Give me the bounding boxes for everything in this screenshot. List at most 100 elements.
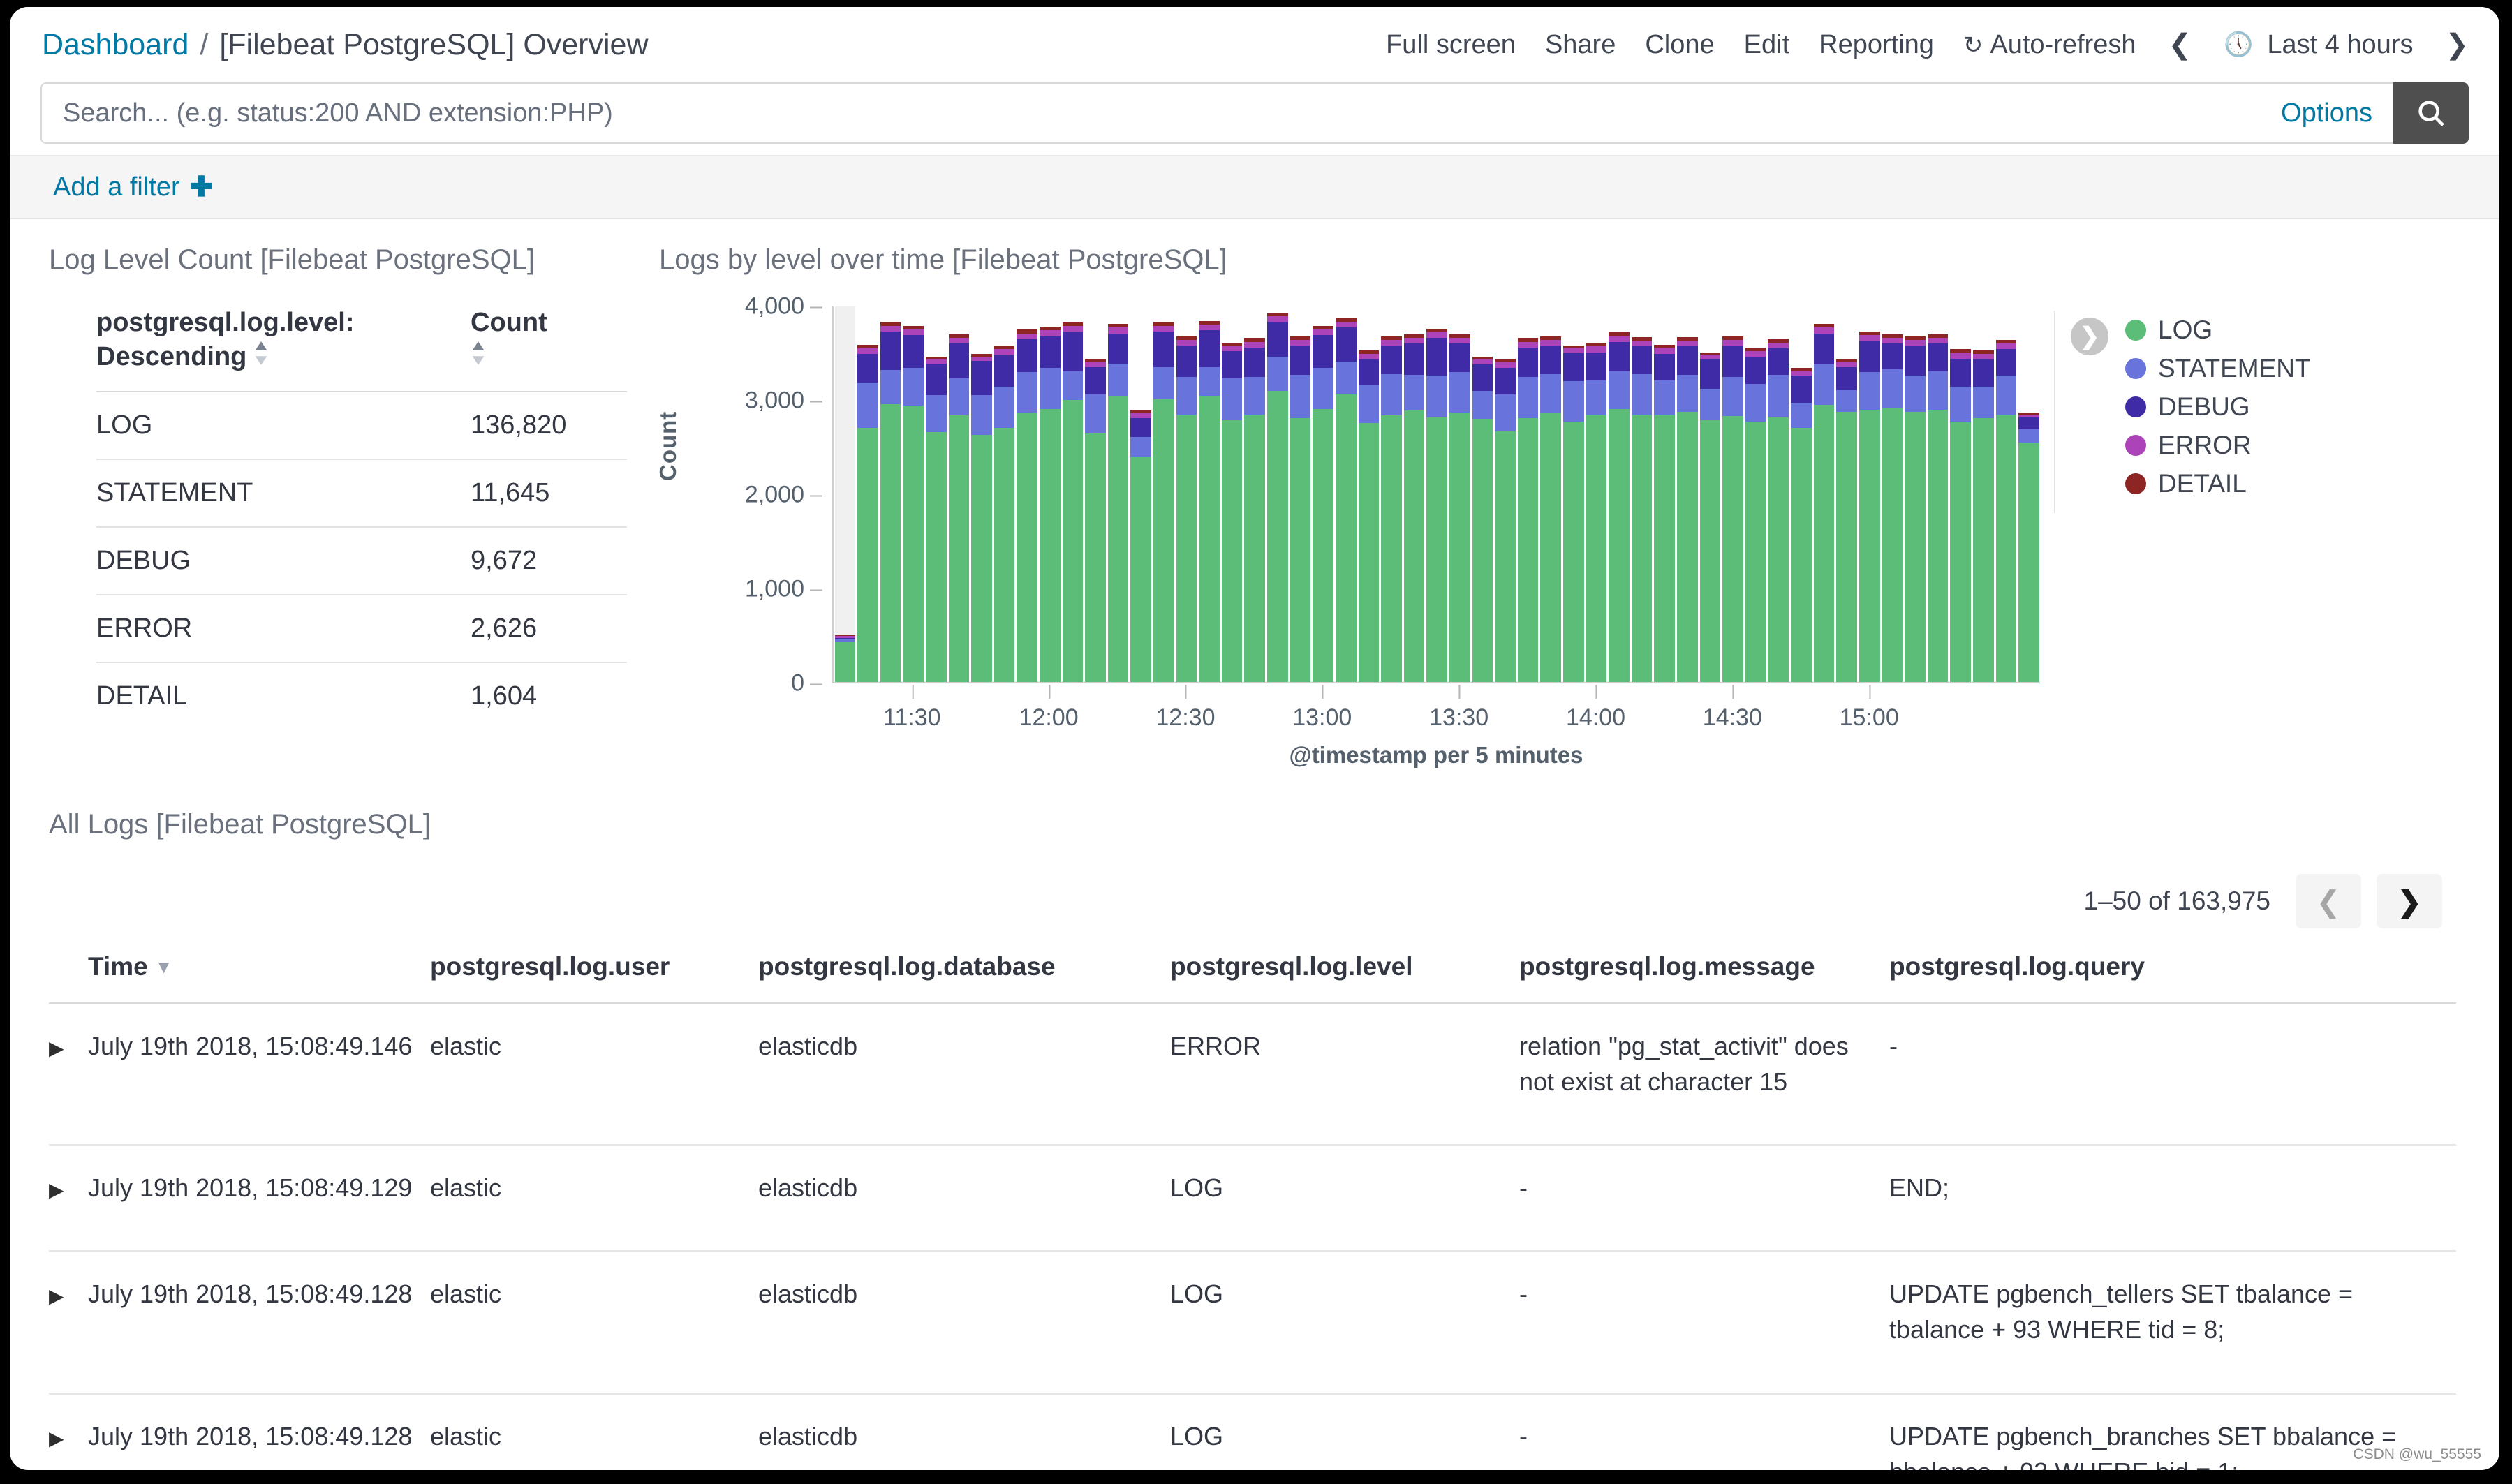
table-row[interactable]: ERROR 2,626 — [96, 594, 627, 663]
bar-column[interactable] — [1699, 306, 1721, 682]
search-options-button[interactable]: Options — [2264, 98, 2372, 128]
bar-column[interactable] — [1882, 306, 1903, 682]
breadcrumb-dashboard-link[interactable]: Dashboard — [42, 28, 189, 62]
edit-button[interactable]: Edit — [1744, 30, 1789, 60]
bar-column[interactable] — [1563, 306, 1584, 682]
legend-item-debug[interactable]: DEBUG — [2125, 387, 2453, 426]
column-header-count[interactable]: Count — [445, 306, 627, 392]
bar-column[interactable] — [903, 306, 924, 682]
column-header-message[interactable]: postgresql.log.message — [1519, 952, 1889, 1004]
legend-item-log[interactable]: LOG — [2125, 311, 2453, 349]
bar-column[interactable] — [1609, 306, 1630, 682]
legend-item-statement[interactable]: STATEMENT — [2125, 349, 2453, 387]
table-row[interactable]: DEBUG 9,672 — [96, 526, 627, 595]
bar-column[interactable] — [1221, 306, 1243, 682]
bar-column[interactable] — [1586, 306, 1607, 682]
bar-column[interactable] — [1062, 306, 1084, 682]
search-input[interactable] — [63, 98, 2265, 128]
pagination-next-button[interactable]: ❯ — [2377, 874, 2442, 928]
time-range-picker[interactable]: 🕔 Last 4 hours — [2224, 30, 2413, 60]
bar-column[interactable] — [1130, 306, 1152, 682]
bar-column[interactable] — [2018, 306, 2039, 682]
table-row[interactable]: ▶ July 19th 2018, 15:08:49.128 elastic elas… — [49, 1393, 2456, 1470]
column-header-level[interactable]: postgresql.log.level — [1170, 952, 1519, 1004]
bar-column[interactable] — [1403, 306, 1425, 682]
bar-column[interactable] — [880, 306, 901, 682]
bar-column[interactable] — [1039, 306, 1061, 682]
bar-column[interactable] — [948, 306, 970, 682]
bar-column[interactable] — [993, 306, 1015, 682]
reporting-button[interactable]: Reporting — [1819, 30, 1934, 60]
column-header-database[interactable]: postgresql.log.database — [758, 952, 1170, 1004]
table-row[interactable]: LOG 136,820 — [96, 391, 627, 460]
bar-column[interactable] — [1267, 306, 1288, 682]
row-expand-button[interactable]: ▶ — [49, 1251, 88, 1395]
bar-column[interactable] — [1085, 306, 1106, 682]
bar-column[interactable] — [1654, 306, 1676, 682]
bar-column[interactable] — [1358, 306, 1380, 682]
column-header-user[interactable]: postgresql.log.user — [430, 952, 758, 1004]
bar-column[interactable] — [1745, 306, 1766, 682]
auto-refresh-button[interactable]: ↻ Auto-refresh — [1963, 30, 2136, 60]
bar-column[interactable] — [1995, 306, 2017, 682]
table-row[interactable]: ▶ July 19th 2018, 15:08:49.129 elastic elas… — [49, 1145, 2456, 1253]
clone-button[interactable]: Clone — [1645, 30, 1714, 60]
share-button[interactable]: Share — [1545, 30, 1616, 60]
time-next-button[interactable]: ❯ — [2442, 29, 2472, 61]
table-row[interactable]: ▶ July 19th 2018, 15:08:49.146 elastic elas… — [49, 1003, 2456, 1147]
bar-column[interactable] — [834, 306, 856, 682]
bar-column[interactable] — [1199, 306, 1220, 682]
row-expand-button[interactable]: ▶ — [49, 1003, 88, 1147]
bar-column[interactable] — [1927, 306, 1949, 682]
bar-column[interactable] — [857, 306, 878, 682]
bar-column[interactable] — [1381, 306, 1402, 682]
full-screen-button[interactable]: Full screen — [1386, 30, 1516, 60]
bar-column[interactable] — [1631, 306, 1653, 682]
bar-column[interactable] — [1768, 306, 1789, 682]
bar-column[interactable] — [1972, 306, 1994, 682]
table-row[interactable]: ▶ July 19th 2018, 15:08:49.128 elastic elas… — [49, 1251, 2456, 1395]
bar-segment-statement — [948, 378, 970, 415]
bar-column[interactable] — [925, 306, 947, 682]
legend-toggle-button[interactable]: ❯ — [2071, 318, 2108, 355]
row-expand-button[interactable]: ▶ — [49, 1393, 88, 1470]
add-filter-button[interactable]: Add a filter ✚ — [53, 171, 213, 203]
bar-column[interactable] — [1859, 306, 1880, 682]
bar-column[interactable] — [1426, 306, 1447, 682]
table-row[interactable]: STATEMENT 11,645 — [96, 459, 627, 528]
pagination-prev-button[interactable]: ❮ — [2296, 874, 2361, 928]
bar-column[interactable] — [1153, 306, 1174, 682]
column-header-level[interactable]: postgresql.log.level: Descending — [96, 306, 445, 392]
legend-item-detail[interactable]: DETAIL — [2125, 464, 2453, 503]
bar-column[interactable] — [1472, 306, 1493, 682]
bar-column[interactable] — [1791, 306, 1812, 682]
bar-column[interactable] — [1176, 306, 1197, 682]
bar-column[interactable] — [1836, 306, 1857, 682]
sort-icon[interactable] — [253, 340, 269, 376]
bar-column[interactable] — [1244, 306, 1266, 682]
bar-column[interactable] — [1677, 306, 1698, 682]
bar-column[interactable] — [1107, 306, 1129, 682]
bar-column[interactable] — [1722, 306, 1743, 682]
bar-column[interactable] — [1017, 306, 1037, 682]
row-expand-button[interactable]: ▶ — [49, 1145, 88, 1253]
bar-column[interactable] — [1905, 306, 1926, 682]
bar-column[interactable] — [971, 306, 992, 682]
bar-column[interactable] — [1950, 306, 1971, 682]
bar-column[interactable] — [1813, 306, 1835, 682]
time-prev-button[interactable]: ❮ — [2165, 29, 2194, 61]
search-submit-button[interactable] — [2393, 82, 2469, 144]
bar-column[interactable] — [1313, 306, 1333, 682]
sort-icon[interactable] — [471, 340, 486, 376]
bar-column[interactable] — [1517, 306, 1539, 682]
bar-column[interactable] — [1335, 306, 1357, 682]
bar-column[interactable] — [1449, 306, 1470, 682]
bar-column[interactable] — [1540, 306, 1561, 682]
column-header-time[interactable]: Time ▼ — [88, 952, 430, 1004]
legend-item-error[interactable]: ERROR — [2125, 426, 2453, 464]
bar-column[interactable] — [1290, 306, 1311, 682]
bar-column[interactable] — [1495, 306, 1516, 682]
all-logs-table: Time ▼ postgresql.log.user postgresql.log… — [49, 952, 2456, 1470]
column-header-query[interactable]: postgresql.log.query — [1889, 952, 2456, 1004]
table-row[interactable]: DETAIL 1,604 — [96, 662, 627, 729]
